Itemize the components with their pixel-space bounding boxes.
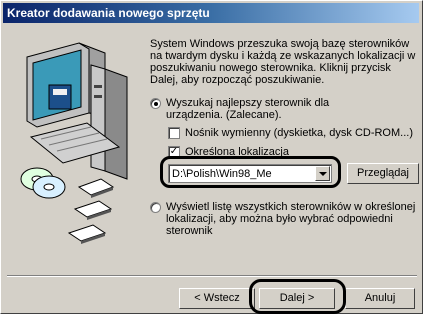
intro-text: System Windows przeszuka swoją bazę ster…	[150, 38, 416, 86]
back-button[interactable]: < Wstecz	[179, 288, 255, 309]
cancel-button[interactable]: Anuluj	[345, 288, 415, 309]
search-best-driver-radio[interactable]	[150, 98, 161, 109]
dialog-title: Kreator dodawania nowego sprzętu	[3, 3, 419, 23]
location-highlight-ring	[160, 156, 341, 188]
search-best-driver-label: Wyszukaj najlepszy sterownik dla urządze…	[166, 97, 330, 121]
separator	[7, 275, 417, 277]
list-all-drivers-label: Wyświetl listę wszystkich sterowników w …	[166, 201, 416, 237]
browse-button[interactable]: Przeglądaj	[347, 163, 419, 184]
computer-cd-illustration	[20, 42, 128, 244]
radio-selected-dot	[154, 102, 158, 106]
next-highlight-ring	[249, 279, 346, 314]
list-all-drivers-radio[interactable]	[150, 202, 161, 213]
removable-media-checkbox[interactable]	[168, 127, 180, 139]
removable-media-label: Nośnik wymienny (dyskietka, dysk CD-ROM.…	[185, 127, 413, 139]
